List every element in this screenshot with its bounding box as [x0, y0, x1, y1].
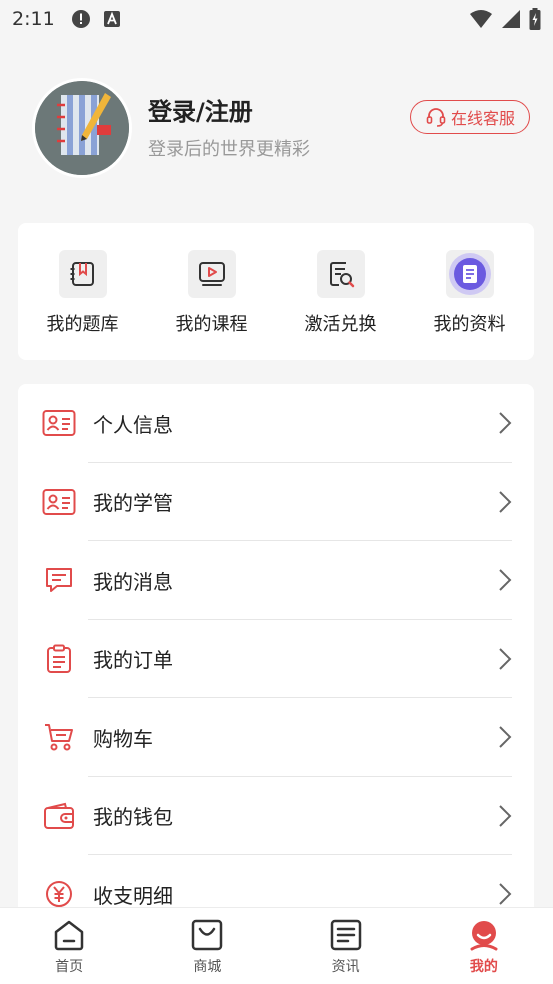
cart-icon — [42, 720, 76, 754]
user-icon — [470, 921, 498, 951]
chevron-right-icon — [499, 569, 512, 591]
quick-icon-box — [445, 250, 494, 298]
menu-item-study-manager[interactable]: 我的学管 — [18, 463, 534, 541]
chevron-right-icon — [499, 648, 512, 670]
quick-label: 我的题库 — [46, 314, 119, 335]
avatar[interactable] — [32, 78, 132, 178]
bottom-tab-bar: 首页 商城 资讯 我的 — [0, 907, 553, 984]
menu-list: 个人信息 我的学管 我的消息 我的订单 购物车 我的钱包 收支明细 — [18, 384, 534, 924]
battery-icon — [529, 8, 541, 30]
menu-label: 我的消息 — [93, 569, 173, 594]
wallet-icon — [42, 799, 76, 833]
chevron-right-icon — [499, 805, 512, 827]
status-time: 2:11 — [12, 8, 55, 30]
tab-label: 资讯 — [331, 959, 360, 975]
home-icon — [54, 920, 84, 951]
menu-label: 我的订单 — [93, 648, 173, 673]
id-card-icon — [42, 406, 76, 440]
tab-home[interactable]: 首页 — [24, 908, 114, 984]
keyboard-a-icon — [103, 11, 120, 27]
quick-label: 激活兑换 — [304, 314, 377, 335]
alert-icon — [71, 10, 90, 28]
menu-label: 收支明细 — [93, 883, 173, 908]
tab-label: 我的 — [469, 959, 498, 975]
menu-item-orders[interactable]: 我的订单 — [18, 620, 534, 698]
quick-item-question-bank[interactable]: 我的题库 — [28, 250, 138, 360]
quick-label: 我的课程 — [175, 314, 248, 335]
tab-label: 首页 — [55, 959, 84, 975]
menu-label: 个人信息 — [93, 412, 173, 437]
quick-access-card: 我的题库 我的课程 激活兑换 我的资料 — [18, 223, 534, 360]
online-service-button[interactable]: 在线客服 — [410, 100, 530, 134]
chevron-right-icon — [499, 726, 512, 748]
menu-item-wallet[interactable]: 我的钱包 — [18, 777, 534, 855]
login-subtitle: 登录后的世界更精彩 — [148, 139, 310, 160]
menu-item-messages[interactable]: 我的消息 — [18, 541, 534, 620]
shop-bag-icon — [192, 919, 223, 951]
headset-icon — [426, 108, 446, 127]
signal-icon — [502, 10, 520, 28]
quick-label: 我的资料 — [433, 314, 506, 335]
tab-mall[interactable]: 商城 — [162, 908, 252, 984]
tab-news[interactable]: 资讯 — [301, 908, 391, 984]
online-service-label: 在线客服 — [450, 109, 515, 128]
video-play-icon — [198, 262, 225, 286]
quick-icon-box — [187, 250, 236, 298]
document-icon — [448, 253, 491, 295]
tab-mine[interactable]: 我的 — [439, 908, 529, 984]
menu-item-personal-info[interactable]: 个人信息 — [18, 384, 534, 463]
chevron-right-icon — [499, 491, 512, 513]
chevron-right-icon — [499, 412, 512, 434]
quick-icon-box — [58, 250, 107, 298]
message-icon — [42, 563, 76, 597]
search-document-icon — [329, 262, 354, 288]
quick-item-my-materials[interactable]: 我的资料 — [415, 250, 525, 360]
quick-icon-box — [316, 250, 365, 298]
login-register-title[interactable]: 登录/注册 — [148, 92, 253, 127]
menu-label: 我的学管 — [93, 491, 173, 516]
news-icon — [330, 919, 361, 951]
profile-header: 登录/注册 登录后的世界更精彩 在线客服 — [30, 78, 530, 182]
bookmark-book-icon — [70, 262, 94, 286]
quick-item-activate-redeem[interactable]: 激活兑换 — [286, 250, 396, 360]
tab-label: 商城 — [193, 959, 222, 975]
menu-item-shopping-cart[interactable]: 购物车 — [18, 698, 534, 777]
wifi-icon — [470, 10, 492, 28]
menu-label: 购物车 — [93, 726, 153, 751]
notebook-pencil-icon — [35, 81, 129, 175]
quick-item-courses[interactable]: 我的课程 — [157, 250, 267, 360]
chevron-right-icon — [499, 883, 512, 905]
id-card-icon — [42, 485, 76, 519]
clipboard-icon — [42, 642, 76, 676]
status-bar: 2:11 — [0, 0, 553, 38]
menu-label: 我的钱包 — [93, 805, 173, 830]
